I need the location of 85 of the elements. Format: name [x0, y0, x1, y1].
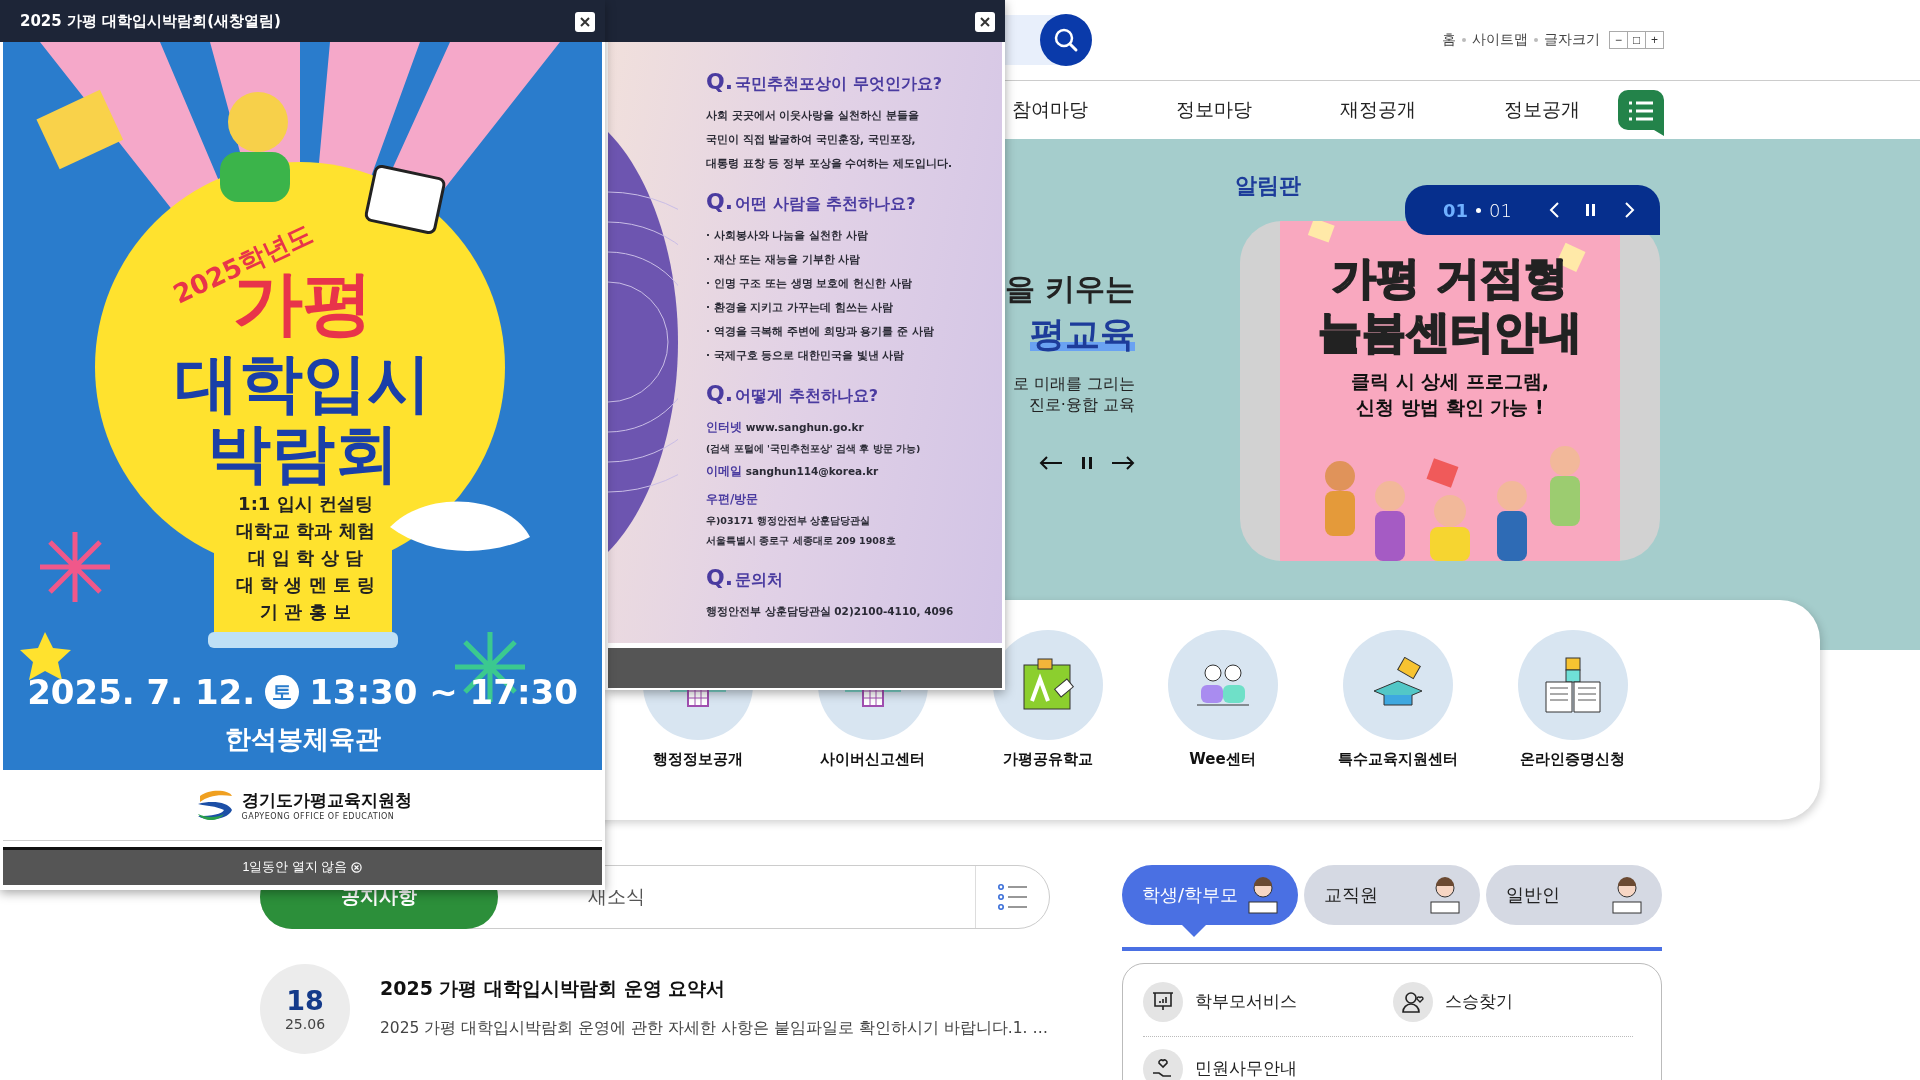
question-heading: Q.어떤 사람을 추천하나요?: [706, 189, 917, 215]
poster-text: · 역경을 극복해 주변에 희망과 용기를 준 사람: [706, 324, 935, 339]
poster-text: 행정안전부 상훈담당관실 02)2100-4110, 4096: [706, 604, 955, 619]
utility-link[interactable]: 홈: [1442, 31, 1456, 49]
search-icon: [1053, 27, 1079, 53]
post-day: 18: [286, 986, 324, 1016]
poster-text: 1:1 입시 컨설팅: [237, 492, 374, 516]
menu-icon[interactable]: [1618, 90, 1664, 136]
poster-text: 사회 곳곳에서 이웃사랑을 실천하신 분들을: [706, 108, 920, 123]
utility-link[interactable]: 글자크기: [1544, 31, 1600, 49]
logo-name: 경기도가평교육지원청: [241, 789, 412, 812]
quick-link[interactable]: 특수교육지원센터: [1310, 630, 1485, 820]
question-heading: Q.국민추천포상이 무엇인가요?: [706, 69, 943, 95]
role-tab[interactable]: 일반인: [1486, 865, 1662, 925]
question-heading: Q.문의처: [706, 565, 785, 591]
poster-text: 대통령 표창 등 정부 포상을 수여하는 제도입니다.: [706, 156, 953, 171]
poster-text: 대 입 학 상 담: [246, 546, 365, 570]
person-icon: [1246, 876, 1280, 914]
role-tab[interactable]: 교직원: [1304, 865, 1480, 925]
close-icon: [980, 17, 990, 27]
poster-text: 기 관 홍 보: [259, 600, 352, 624]
poster-text: · 국제구호 등으로 대한민국을 빛낸 사람: [706, 348, 906, 363]
utility-link[interactable]: 사이트맵: [1472, 31, 1528, 49]
service-link[interactable]: 민원사무안내: [1143, 1036, 1633, 1080]
service-link[interactable]: 스승찾기: [1393, 982, 1643, 1022]
quick-link[interactable]: 가평공유학교: [960, 630, 1135, 820]
person-icon: [1610, 876, 1644, 914]
banner-headline: 늘봄센터안내: [1317, 305, 1583, 359]
quick-link[interactable]: Wee센터: [1135, 630, 1310, 820]
slide-counter: 01: [1443, 199, 1469, 221]
poster-date: 2025. 7. 12.: [27, 672, 256, 712]
post-summary: 2025 가평 대학입시박람회 운영에 관한 자세한 사항은 붙임파일로 확인하시기 바랍니다.1. …: [380, 1018, 1048, 1039]
slide-total: 01: [1489, 199, 1512, 221]
person-icon: [1428, 876, 1462, 914]
poster-text: 대학교 학과 체험: [235, 519, 376, 543]
pause-icon[interactable]: [1081, 456, 1093, 470]
font-size-button[interactable]: +: [1645, 31, 1664, 49]
banner-headline: 가평 거점형: [1331, 251, 1569, 305]
popup-title: 2025 가평 대학입시박람회(새창열림): [20, 11, 281, 31]
hero-text: 을 키우는: [1003, 270, 1135, 308]
nav-item[interactable]: 정보마당: [1176, 97, 1340, 123]
poster-text: (검색 포털에 '국민추천포상' 검색 후 방문 가능): [706, 442, 922, 456]
book-icon: [1543, 656, 1602, 714]
logo-subtitle: GAPYEONG OFFICE OF EDUCATION: [241, 812, 396, 821]
nav-item[interactable]: 정보공개: [1504, 97, 1668, 123]
close-icon: [580, 17, 590, 27]
poster-venue: 한석봉체육관: [223, 723, 382, 756]
poster-time: 13:30 ~ 17:30: [309, 672, 578, 712]
poster-text: 우편/방문: [706, 491, 760, 508]
arrow-left-icon[interactable]: [1039, 455, 1063, 471]
banner-card[interactable]: 가평 거점형 늘봄센터안내 클릭 시 상세 프로그램, 신청 방법 확인 가능 !: [1240, 221, 1660, 561]
quick-link[interactable]: 온라인증명신청: [1485, 630, 1660, 820]
poster-text: · 재산 또는 재능을 기부한 사람: [706, 252, 862, 267]
person-heart-icon: [1401, 990, 1425, 1014]
chevron-right-icon[interactable]: [1623, 201, 1636, 219]
hero-text: 진로·융합 교육: [1027, 394, 1135, 415]
close-button[interactable]: [575, 12, 595, 32]
poster-text: 국민이 직접 발굴하여 국민훈장, 국민포장,: [706, 132, 917, 147]
hero-text: 로 미래를 그리는: [1011, 373, 1135, 394]
service-link[interactable]: 학부모서비스: [1143, 982, 1393, 1022]
poster-text: 이메일 sanghun114@korea.kr: [706, 463, 880, 480]
arrow-right-icon[interactable]: [1111, 455, 1135, 471]
people-icon: [1194, 663, 1251, 707]
nav-item[interactable]: 참여마당: [1012, 97, 1176, 123]
list-icon: [997, 884, 1028, 910]
search-button[interactable]: [1040, 14, 1092, 66]
poster-text: 우)03171 행정안전부 상훈담당관실: [706, 514, 871, 528]
poster-text: · 사회봉사와 나눔을 실천한 사람: [706, 228, 869, 243]
banner-caption: 클릭 시 상세 프로그램,: [1349, 369, 1551, 394]
dismiss-button[interactable]: 1일동안 열지 않음: [3, 847, 602, 885]
post-title[interactable]: 2025 가평 대학입시박람회 운영 요약서: [380, 976, 1048, 1002]
close-button[interactable]: [975, 12, 995, 32]
banner-caption: 신청 방법 확인 가능 !: [1355, 395, 1545, 420]
section-title: 알림판: [1235, 172, 1302, 200]
post-date: 25.06: [284, 1016, 326, 1032]
nav-item[interactable]: 재정공개: [1340, 97, 1504, 123]
poster-text: 대 학 생 멘 토 링: [234, 573, 377, 597]
poster-text: · 환경을 지키고 가꾸는데 힘쓰는 사람: [706, 300, 895, 315]
poster-text: 서울특별시 종로구 세종대로 209 1908호: [706, 534, 897, 548]
close-circle-icon: [351, 862, 363, 873]
pause-icon[interactable]: [1585, 204, 1596, 216]
chevron-left-icon[interactable]: [1547, 201, 1560, 219]
poster-text: · 인명 구조 또는 생명 보호에 헌신한 사람: [706, 276, 913, 291]
question-heading: Q.어떻게 추천하나요?: [706, 381, 879, 407]
poster-text: 인터넷 www.sanghun.go.kr: [706, 419, 865, 436]
